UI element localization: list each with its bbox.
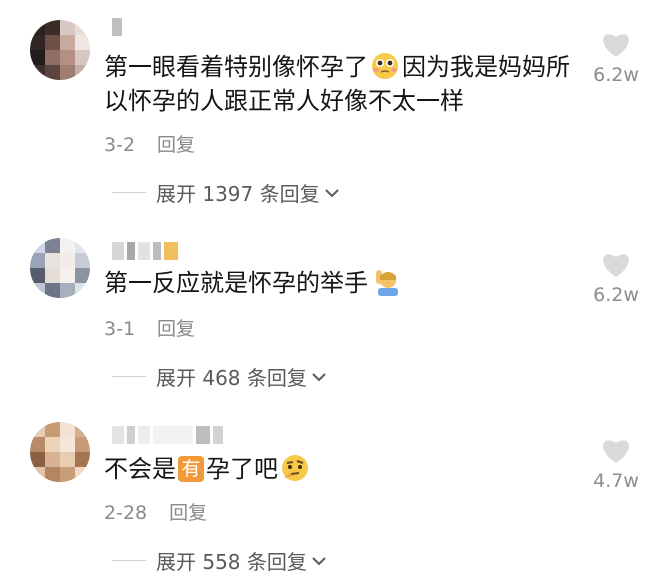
chevron-down-icon	[312, 372, 326, 381]
heart-icon	[603, 34, 629, 57]
avatar[interactable]	[30, 238, 90, 298]
expand-label: 展开 468 条回复	[156, 366, 307, 390]
like-button[interactable]: 6.2w	[586, 30, 646, 86]
comment-date: 3-2	[104, 134, 136, 156]
reply-button[interactable]: 回复	[169, 502, 207, 524]
avatar[interactable]	[30, 422, 90, 482]
chevron-down-icon	[324, 188, 339, 197]
highlight-badge: 有	[178, 456, 204, 482]
divider	[112, 560, 146, 561]
like-count: 4.7w	[593, 470, 639, 492]
comment-text: 不会是有孕了吧	[104, 452, 574, 486]
divider	[112, 192, 146, 193]
chevron-down-icon	[312, 556, 326, 565]
like-button[interactable]: 4.7w	[586, 436, 646, 492]
comment-meta: 3-1 回复	[104, 314, 195, 341]
comment-meta: 3-2 回复	[104, 130, 195, 157]
comment-text: 第一眼看着特别像怀孕了 因为我是妈妈所以怀孕的人跟正常人好像不太一样	[104, 52, 570, 115]
expand-replies[interactable]: 展开 1397 条回复	[112, 178, 340, 207]
username-blurred[interactable]	[112, 18, 122, 36]
divider	[112, 376, 146, 377]
expand-label: 展开 1397 条回复	[156, 182, 320, 206]
comment-date: 2-28	[104, 502, 148, 524]
comment-meta: 2-28 回复	[104, 498, 207, 525]
expand-replies[interactable]: 展开 558 条回复	[112, 546, 327, 575]
reply-button[interactable]: 回复	[157, 318, 195, 340]
person-raising-hand-icon	[370, 268, 400, 296]
comment-text: 第一反应就是怀孕的举手	[104, 266, 574, 300]
pleading-face-icon	[370, 52, 400, 80]
like-button[interactable]: 6.2w	[586, 250, 646, 306]
like-count: 6.2w	[593, 284, 639, 306]
heart-icon	[603, 254, 629, 277]
username-blurred[interactable]	[112, 242, 178, 260]
reply-button[interactable]: 回复	[157, 134, 195, 156]
thinking-face-icon	[280, 454, 310, 482]
expand-replies[interactable]: 展开 468 条回复	[112, 362, 327, 391]
avatar[interactable]	[30, 20, 90, 80]
like-count: 6.2w	[593, 64, 639, 86]
comment-date: 3-1	[104, 318, 136, 340]
username-blurred[interactable]	[112, 426, 223, 444]
expand-label: 展开 558 条回复	[156, 550, 307, 574]
heart-icon	[603, 440, 629, 463]
